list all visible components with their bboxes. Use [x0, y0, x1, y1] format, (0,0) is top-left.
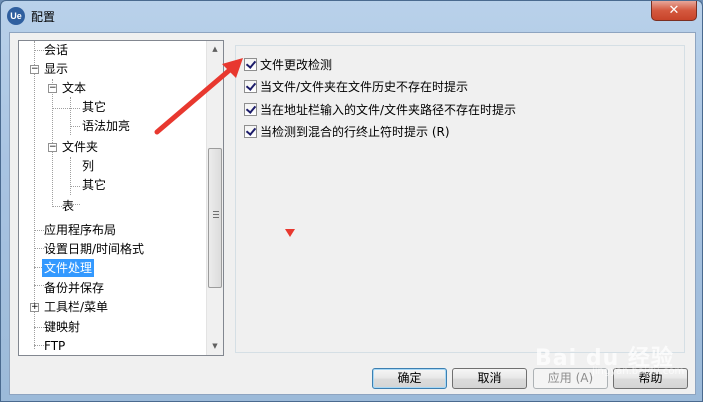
option-label: 文件更改检测: [260, 57, 333, 72]
grip-line: [213, 211, 219, 212]
grip-line: [213, 217, 219, 218]
option-prompt-mixed-line-endings[interactable]: 当检测到混合的行终止符时提示 (R): [244, 122, 450, 140]
checkbox[interactable]: [244, 79, 257, 93]
collapse-icon[interactable]: −: [48, 143, 57, 152]
checkbox[interactable]: [244, 102, 257, 116]
ok-button[interactable]: 确定: [372, 368, 447, 389]
tree-item-table[interactable]: 表: [62, 197, 74, 215]
checkbox[interactable]: [244, 57, 257, 71]
tree-connector: [34, 230, 44, 231]
tree-item-folder[interactable]: 文件夹: [62, 138, 98, 156]
tree-connector: [34, 248, 44, 249]
tree-connector: [34, 50, 44, 51]
tree-item-folder-other[interactable]: 其它: [82, 176, 106, 194]
option-file-change-detection[interactable]: 文件更改检测: [244, 55, 332, 73]
tree-connector: [70, 157, 71, 195]
scroll-thumb[interactable]: [208, 148, 222, 288]
tree-connector: [70, 186, 80, 187]
option-prompt-address-missing[interactable]: 当在地址栏输入的文件/文件夹路径不存在时提示: [244, 100, 516, 118]
tree-connector: [34, 345, 44, 346]
option-label: 当文件/文件夹在文件历史不存在时提示: [260, 79, 469, 94]
tree-content: 会话 − 显示 − 文本 其它 语法加亮 − 文件夹 列 其它 表 应用程序布局…: [19, 41, 207, 355]
tree-item-columns[interactable]: 列: [82, 157, 94, 175]
tree-connector: [34, 285, 44, 286]
tree-item-app-layout[interactable]: 应用程序布局: [44, 221, 116, 239]
close-button[interactable]: ✕: [651, 1, 697, 21]
checkbox[interactable]: [244, 124, 257, 138]
tree-connector: [52, 206, 62, 207]
tree-item-text[interactable]: 文本: [62, 79, 86, 97]
option-label: 当在地址栏输入的文件/文件夹路径不存在时提示: [260, 102, 517, 117]
title-bar[interactable]: Ue 配置 ✕: [1, 1, 702, 31]
tree-item-syntax-highlight[interactable]: 语法加亮: [82, 117, 130, 135]
tree-connector: [34, 327, 44, 328]
tree-connector: [70, 97, 71, 135]
tree-item-file-handling[interactable]: 文件处理: [42, 259, 95, 277]
app-icon: Ue: [7, 7, 25, 25]
tree-item-ftp[interactable]: FTP: [44, 337, 65, 355]
scroll-down-arrow-icon[interactable]: ▼: [207, 338, 223, 355]
tree-item-datetime-format[interactable]: 设置日期/时间格式: [44, 240, 144, 258]
tree-item-display[interactable]: 显示: [44, 60, 68, 78]
cancel-button[interactable]: 取消: [452, 368, 527, 389]
tree-item-text-other[interactable]: 其它: [82, 98, 106, 116]
tree-connector: [70, 126, 80, 127]
option-prompt-history-missing[interactable]: 当文件/文件夹在文件历史不存在时提示: [244, 77, 468, 95]
tree-item-keymap[interactable]: 键映射: [44, 318, 80, 336]
tree-scrollbar[interactable]: ▲ ▼: [206, 41, 223, 355]
settings-tree[interactable]: 会话 − 显示 − 文本 其它 语法加亮 − 文件夹 列 其它 表 应用程序布局…: [18, 40, 224, 356]
expand-icon[interactable]: +: [30, 303, 39, 312]
baidu-watermark-url: jingyan.baidu.com: [592, 366, 685, 377]
tree-item-session[interactable]: 会话: [44, 41, 68, 59]
scroll-up-arrow-icon[interactable]: ▲: [207, 41, 223, 58]
collapse-icon[interactable]: −: [30, 65, 39, 74]
grip-line: [213, 214, 219, 215]
tree-item-toolbar-menu[interactable]: 工具栏/菜单: [44, 298, 108, 316]
option-label: 当检测到混合的行终止符时提示 (R): [260, 124, 450, 139]
tree-connector: [52, 108, 80, 109]
window-title: 配置: [31, 10, 56, 24]
collapse-icon[interactable]: −: [48, 84, 57, 93]
tree-item-backup-save[interactable]: 备份并保存: [44, 279, 104, 297]
